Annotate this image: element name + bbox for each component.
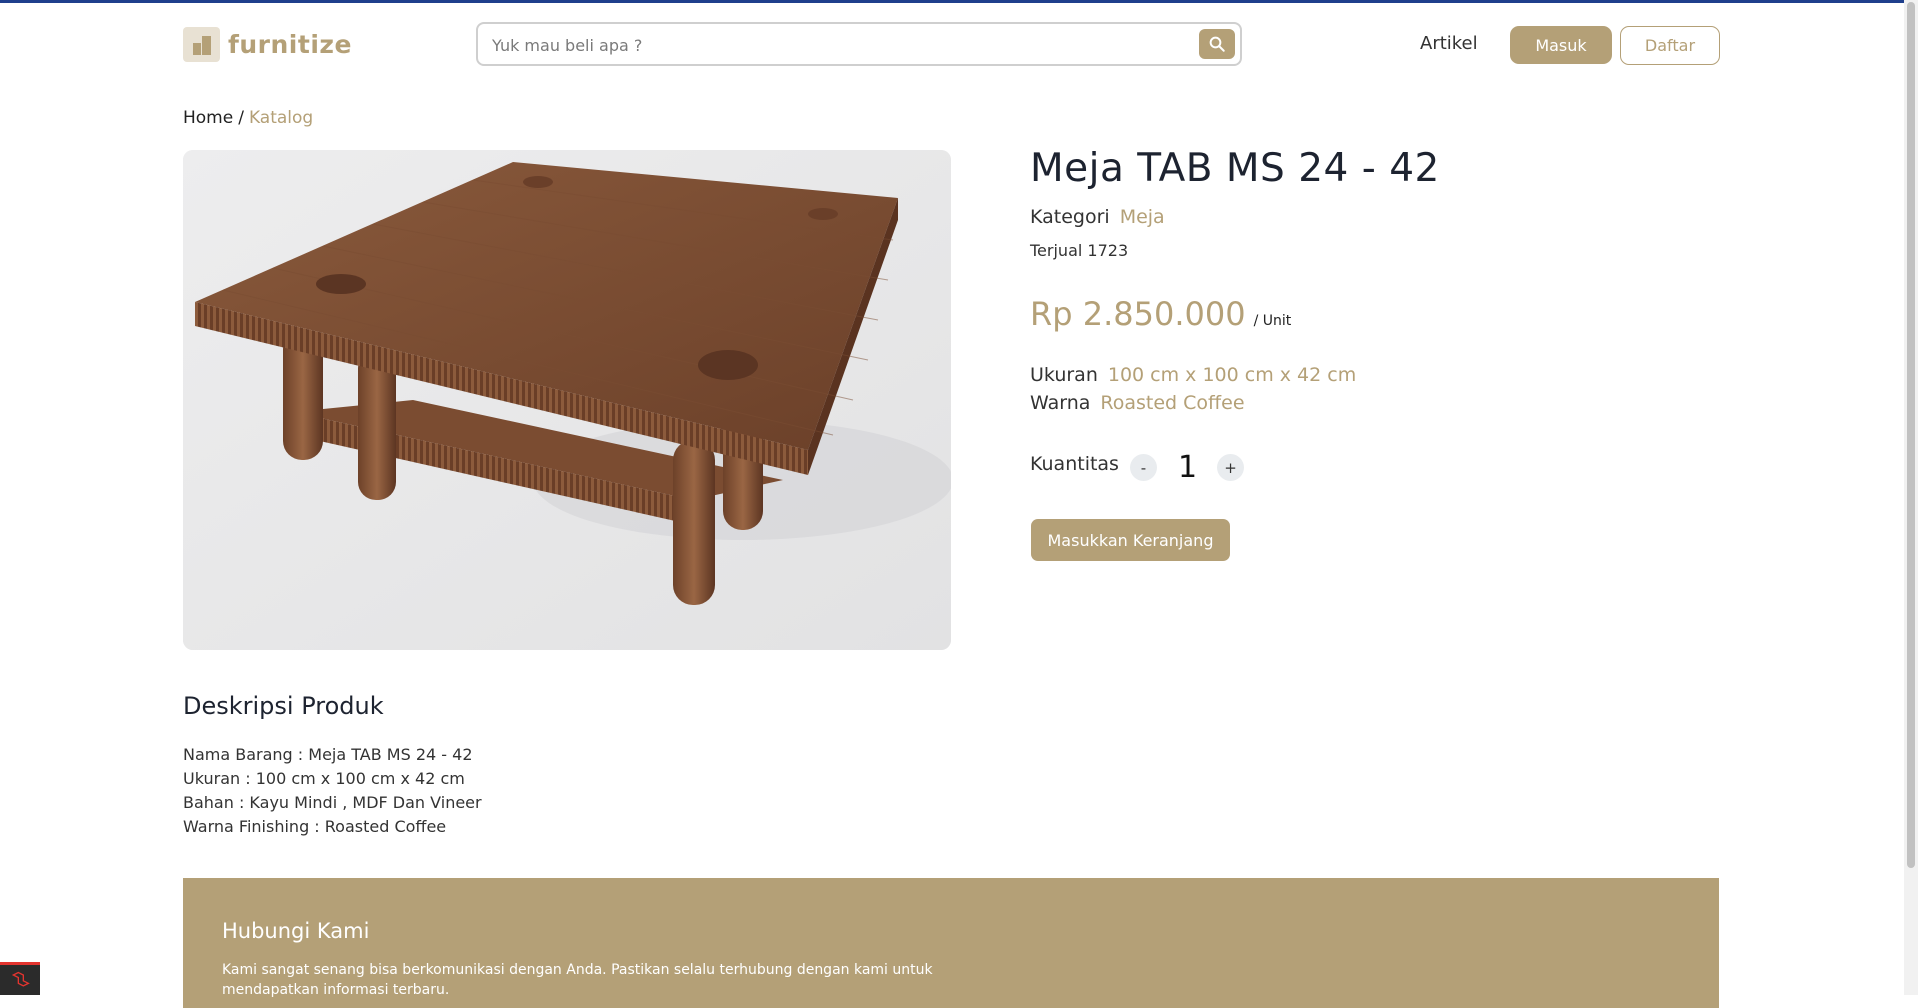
- description-title: Deskripsi Produk: [183, 692, 384, 720]
- login-button[interactable]: Masuk: [1510, 26, 1612, 64]
- search-input[interactable]: [490, 30, 1174, 60]
- price-amount: Rp 2.850.000: [1030, 295, 1246, 333]
- brand-name: furnitize: [228, 30, 352, 59]
- color-label: Warna: [1030, 392, 1091, 414]
- product-title: Meja TAB MS 24 - 42: [1030, 146, 1440, 191]
- breadcrumb-separator: /: [238, 108, 244, 128]
- description-line: Ukuran : 100 cm x 100 cm x 42 cm: [183, 769, 465, 788]
- scrollbar-thumb[interactable]: [1907, 2, 1915, 868]
- product-category: Kategori Meja: [1030, 206, 1165, 228]
- category-label: Kategori: [1030, 206, 1110, 228]
- price-unit: / Unit: [1253, 313, 1292, 329]
- brand-logo[interactable]: furnitize: [183, 27, 352, 62]
- quantity-increase-button[interactable]: +: [1217, 454, 1244, 481]
- size-value: 100 cm x 100 cm x 42 cm: [1107, 364, 1357, 386]
- description-line: Warna Finishing : Roasted Coffee: [183, 817, 447, 836]
- quantity-value: 1: [1178, 450, 1198, 485]
- size-label: Ukuran: [1030, 364, 1098, 386]
- color-value: Roasted Coffee: [1100, 392, 1245, 414]
- category-value[interactable]: Meja: [1120, 206, 1165, 228]
- top-accent-line: [0, 0, 1918, 3]
- quantity-decrease-button[interactable]: -: [1130, 454, 1157, 481]
- logo-icon: [183, 27, 220, 62]
- debug-icon: [11, 971, 30, 987]
- spec-color: Warna Roasted Coffee: [1030, 392, 1245, 414]
- product-image: [183, 150, 951, 650]
- description-line: Bahan : Kayu Mindi , MDF Dan Vineer: [183, 793, 482, 812]
- nav-link-artikel[interactable]: Artikel: [1420, 33, 1478, 54]
- product-price: Rp 2.850.000 / Unit: [1030, 295, 1291, 333]
- add-to-cart-button[interactable]: Masukkan Keranjang: [1031, 519, 1230, 561]
- search-button[interactable]: [1199, 29, 1235, 59]
- breadcrumb: Home / Katalog: [183, 108, 313, 128]
- contact-footer: Hubungi Kami Kami sangat senang bisa ber…: [183, 878, 1719, 1008]
- description-line: Nama Barang : Meja TAB MS 24 - 42: [183, 745, 473, 764]
- search-bar: [476, 22, 1242, 66]
- footer-title: Hubungi Kami: [222, 919, 370, 943]
- sold-count: Terjual 1723: [1030, 241, 1129, 260]
- breadcrumb-home[interactable]: Home: [183, 108, 233, 128]
- breadcrumb-current[interactable]: Katalog: [249, 108, 313, 128]
- description-list: Nama Barang : Meja TAB MS 24 - 42 Ukuran…: [183, 743, 482, 839]
- footer-text: Kami sangat senang bisa berkomunikasi de…: [222, 962, 933, 998]
- search-icon: [1209, 36, 1225, 52]
- page-scrollbar[interactable]: [1904, 0, 1918, 995]
- quantity-label: Kuantitas: [1030, 453, 1119, 475]
- laravel-debugbar-icon[interactable]: [0, 962, 40, 995]
- spec-size: Ukuran 100 cm x 100 cm x 42 cm: [1030, 364, 1356, 386]
- register-button[interactable]: Daftar: [1620, 26, 1720, 65]
